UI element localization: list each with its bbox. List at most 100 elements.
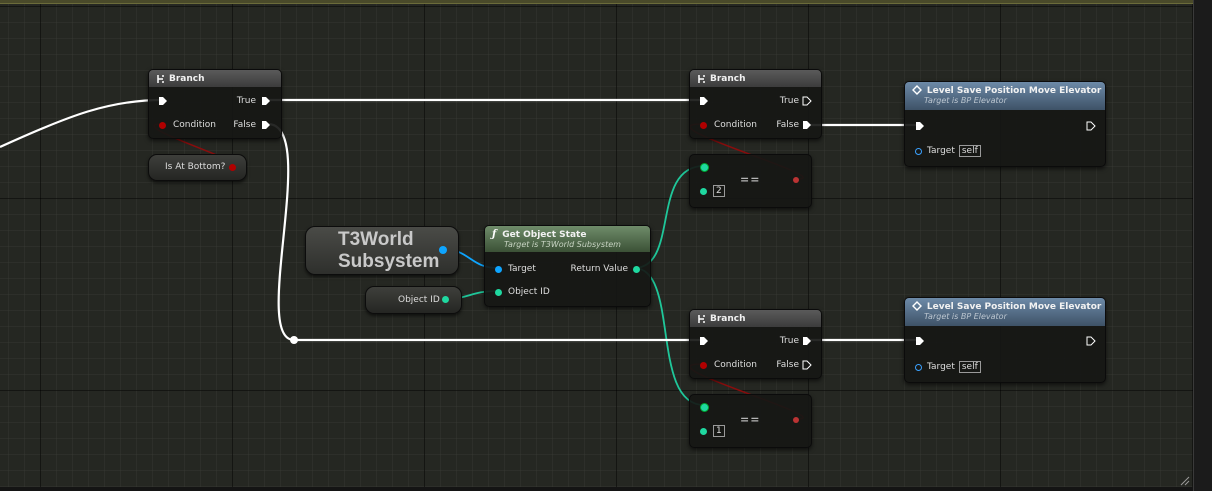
condition-pin[interactable] (159, 121, 166, 129)
return-value-label: Return Value (570, 264, 628, 274)
b-input-pin[interactable] (700, 187, 707, 195)
b-input-pin[interactable] (700, 427, 707, 435)
exec-out-pin[interactable] (1086, 336, 1096, 346)
branch-node-2[interactable]: Branch True Condition False (689, 69, 822, 139)
branch-title: Branch (169, 73, 205, 84)
node-title: Level Save Position Move Elevator (926, 85, 1102, 96)
target-input-row: Target self (915, 361, 981, 373)
level-save-node-top[interactable]: Level Save Position Move Elevator Target… (904, 81, 1106, 167)
subsystem-title-line2: Subsystem (338, 251, 440, 272)
false-output-row: False (776, 119, 812, 131)
b-input-row: 1 (700, 425, 725, 437)
event-node-header: Level Save Position Move Elevator Target… (905, 298, 1105, 326)
true-label: True (236, 96, 256, 106)
function-title: Get Object State (502, 230, 587, 240)
node-subtitle: Target is BP Elevator (924, 95, 1007, 105)
a-input-pin[interactable] (700, 163, 709, 172)
is-at-bottom-variable[interactable]: Is At Bottom? (148, 154, 247, 181)
reroute-knot (290, 336, 298, 344)
b-input-row: 2 (700, 185, 725, 197)
condition-pin[interactable] (700, 121, 707, 129)
exec-in-pin[interactable] (699, 336, 709, 346)
branch-title: Branch (710, 313, 746, 324)
branch-node-1[interactable]: Branch True Condition False (148, 69, 282, 139)
target-pin[interactable] (915, 147, 922, 155)
exec-wire-incoming (0, 98, 163, 149)
get-object-state-node[interactable]: ƒ Get Object State Target is T3World Sub… (484, 225, 651, 307)
t3world-subsystem-node[interactable]: T3World Subsystem (305, 226, 459, 275)
node-subtitle: Target is BP Elevator (924, 311, 1007, 321)
a-input-pin[interactable] (700, 403, 709, 412)
variable-label: Is At Bottom? (165, 162, 226, 172)
b-value-field[interactable]: 1 (713, 425, 725, 437)
false-output-row: False (233, 119, 271, 131)
true-label: True (779, 96, 799, 106)
false-exec-pin[interactable] (802, 120, 812, 130)
target-label: Target (508, 264, 536, 274)
object-id-input-row: Object ID (495, 286, 550, 298)
exec-in-pin[interactable] (699, 96, 709, 106)
branch-icon (698, 74, 705, 83)
bool-output-pin[interactable] (229, 164, 236, 171)
event-node-header: Level Save Position Move Elevator Target… (905, 82, 1105, 110)
false-output-row: False (776, 359, 812, 371)
bottom-border (0, 487, 1193, 491)
true-output-row: True (780, 335, 812, 347)
b-value-field[interactable]: 2 (713, 185, 725, 197)
condition-input-row: Condition (159, 119, 216, 131)
condition-input-row: Condition (700, 119, 757, 131)
exec-in-pin[interactable] (915, 121, 925, 131)
exec-out-pin[interactable] (1086, 121, 1096, 131)
true-exec-pin[interactable] (802, 96, 812, 106)
return-value-pin[interactable] (633, 265, 640, 273)
branch-node-header: Branch (690, 310, 821, 327)
branch-node-3[interactable]: Branch True Condition False (689, 309, 822, 379)
target-pin[interactable] (495, 265, 502, 273)
target-label: Target (927, 362, 955, 372)
false-label: False (776, 120, 799, 130)
level-save-node-bottom[interactable]: Level Save Position Move Elevator Target… (904, 297, 1106, 383)
target-input-row: Target (495, 263, 536, 275)
vertical-scrollbar[interactable] (1193, 0, 1212, 491)
target-input-row: Target self (915, 145, 981, 157)
object-id-label: Object ID (508, 287, 550, 297)
branch-node-header: Branch (149, 70, 281, 87)
condition-label: Condition (714, 120, 757, 130)
branch-icon (157, 74, 164, 83)
true-exec-pin[interactable] (261, 96, 271, 106)
object-id-variable[interactable]: Object ID (365, 286, 462, 314)
int-output-pin[interactable] (442, 296, 449, 303)
node-title: Level Save Position Move Elevator (926, 301, 1102, 312)
result-output-pin[interactable] (793, 177, 799, 183)
target-label: Target (927, 146, 955, 156)
branch-title: Branch (710, 73, 746, 84)
function-node-header: ƒ Get Object State Target is T3World Sub… (485, 226, 650, 252)
event-diamond-icon (912, 301, 922, 311)
equal-node-bottom[interactable]: 1 == (689, 394, 812, 448)
false-exec-pin[interactable] (802, 360, 812, 370)
function-subtitle: Target is T3World Subsystem (504, 240, 621, 249)
resize-grip-icon[interactable] (1180, 476, 1190, 486)
target-pin[interactable] (915, 363, 922, 371)
equal-operator: == (740, 173, 761, 186)
true-exec-pin[interactable] (802, 336, 812, 346)
target-value-field[interactable]: self (958, 361, 981, 373)
false-exec-pin[interactable] (261, 120, 271, 130)
event-diamond-icon (912, 85, 922, 95)
condition-label: Condition (714, 360, 757, 370)
branch-icon (698, 314, 705, 323)
exec-in-pin[interactable] (915, 336, 925, 346)
branch-node-header: Branch (690, 70, 821, 87)
blueprint-graph-canvas[interactable]: Branch True Condition False Is At Bottom… (0, 0, 1193, 487)
true-label: True (779, 336, 799, 346)
subsystem-title-line1: T3World (338, 229, 414, 250)
object-id-pin[interactable] (495, 288, 502, 296)
exec-in-pin[interactable] (158, 96, 168, 106)
target-value-field[interactable]: self (958, 145, 981, 157)
object-output-pin[interactable] (439, 246, 447, 254)
function-icon: ƒ (492, 229, 497, 240)
false-label: False (776, 360, 799, 370)
condition-pin[interactable] (700, 361, 707, 369)
equal-node-top[interactable]: 2 == (689, 154, 812, 208)
result-output-pin[interactable] (793, 417, 799, 423)
